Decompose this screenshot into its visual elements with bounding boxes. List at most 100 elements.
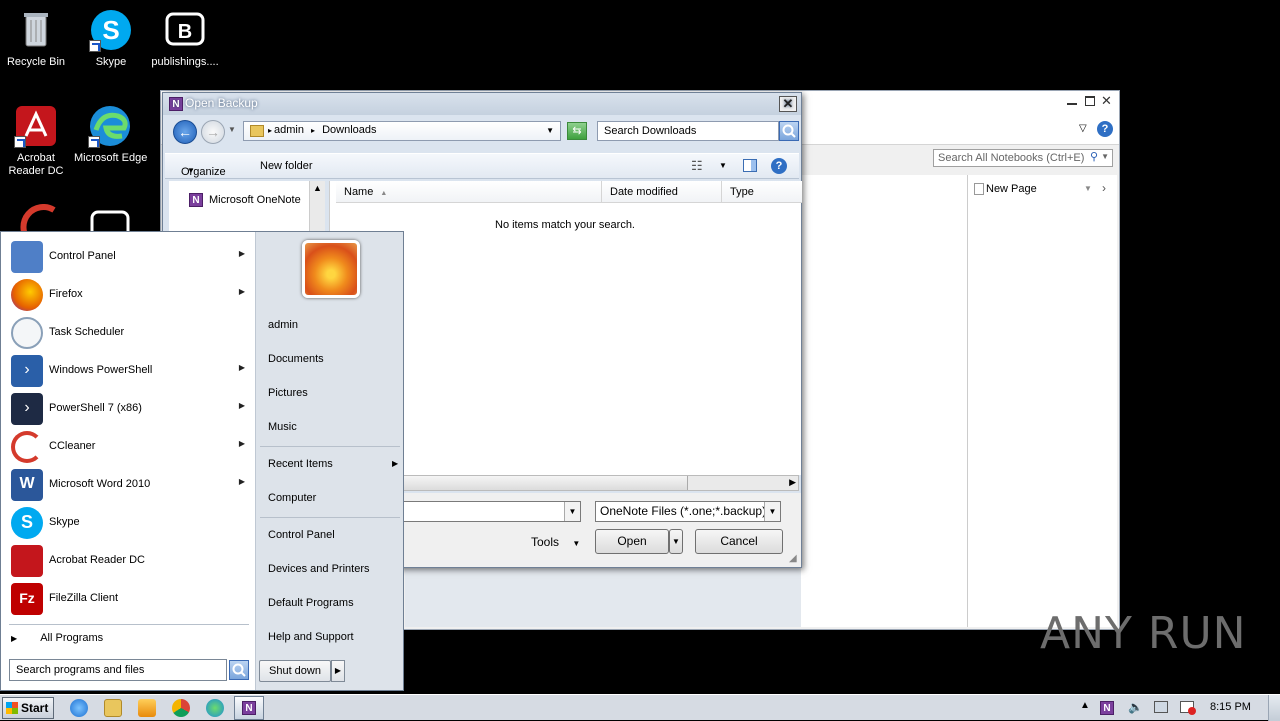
page-icon <box>974 183 984 195</box>
desktop-icon-publishings[interactable]: B publishings.... <box>146 8 224 69</box>
file-type-select[interactable]: OneNote Files (*.one;*.backup) ▼ <box>595 501 781 522</box>
column-header-type[interactable]: Type <box>722 181 802 203</box>
desktop-icon-label: Skype <box>95 56 127 68</box>
search-placeholder: Search All Notebooks (Ctrl+E) <box>938 152 1085 164</box>
start-button[interactable]: Start <box>2 697 54 719</box>
program-microsoft-word[interactable]: W Microsoft Word 2010 ▶ <box>7 466 251 502</box>
documents-link[interactable]: Documents <box>268 353 324 365</box>
column-header-date-modified[interactable]: Date modified <box>602 181 722 203</box>
search-programs-input[interactable]: Search programs and files <box>9 659 227 681</box>
onenote-taskbar-button[interactable]: N <box>234 696 264 720</box>
desktop-icon-label: Microsoft Edge <box>74 152 148 164</box>
onenote-tray-icon[interactable]: N <box>1100 701 1114 715</box>
open-dropdown-button[interactable]: ▼ <box>669 529 683 554</box>
new-page-button[interactable]: New Page <box>986 183 1037 195</box>
close-button[interactable]: ✕ <box>779 96 797 112</box>
publishings-icon <box>90 210 130 244</box>
music-link[interactable]: Music <box>268 421 297 433</box>
new-folder-button[interactable]: New folder <box>260 160 313 172</box>
program-skype[interactable]: S Skype <box>7 504 251 540</box>
scroll-up-icon[interactable]: ▲ <box>313 183 322 193</box>
desktop-icon-label: Acrobat Reader DC <box>8 152 64 177</box>
desktop-icon-recycle-bin[interactable]: Recycle Bin <box>0 8 75 69</box>
media-player-icon[interactable] <box>138 699 156 717</box>
chevron-down-icon[interactable]: ▼ <box>1084 184 1092 193</box>
desktop-icon-skype[interactable]: S Skype <box>72 8 150 69</box>
clock[interactable]: 8:15 PM <box>1210 701 1251 713</box>
program-control-panel[interactable]: Control Panel ▶ <box>7 238 251 274</box>
program-windows-powershell[interactable]: › Windows PowerShell ▶ <box>7 352 251 388</box>
breadcrumb-admin[interactable]: admin <box>274 124 304 136</box>
horizontal-scrollbar[interactable]: ▶ <box>403 475 799 491</box>
column-header-name[interactable]: Name ▲ <box>336 181 602 203</box>
internet-explorer-icon[interactable] <box>70 699 88 717</box>
pictures-link[interactable]: Pictures <box>268 387 308 399</box>
volume-icon[interactable]: 🔈 <box>1128 700 1143 714</box>
all-programs-button[interactable]: ▶ All Programs <box>11 632 247 650</box>
help-icon[interactable]: ? <box>771 158 787 174</box>
search-button[interactable] <box>779 121 799 141</box>
program-ccleaner[interactable]: CCleaner ▶ <box>7 428 251 464</box>
onenote-search-input[interactable]: Search All Notebooks (Ctrl+E) ⚲ ▼ <box>933 149 1113 167</box>
desktop-icon-edge[interactable]: Microsoft Edge <box>74 104 164 165</box>
edge-icon[interactable] <box>206 699 224 717</box>
address-bar[interactable]: ▸ admin ▸ Downloads ▼ <box>243 121 561 141</box>
scroll-right-icon[interactable]: ▶ <box>789 477 796 488</box>
chevron-down-icon[interactable]: ▼ <box>764 502 780 521</box>
file-name-input[interactable]: ▼ <box>403 501 581 522</box>
program-label: Control Panel <box>49 250 116 262</box>
scroll-thumb[interactable] <box>404 476 688 490</box>
open-label: Open <box>617 534 647 548</box>
recent-pages-icon[interactable]: ▼ <box>228 125 236 134</box>
chevron-down-icon[interactable]: ▽ <box>1079 123 1087 134</box>
tools-button[interactable]: Tools ▼ <box>531 535 580 549</box>
shutdown-options-button[interactable]: ▶ <box>331 660 345 682</box>
show-desktop-button[interactable] <box>1268 695 1280 721</box>
file-explorer-icon[interactable] <box>104 699 122 717</box>
maximize-icon[interactable] <box>1085 96 1095 106</box>
preview-pane-icon[interactable] <box>743 159 757 172</box>
network-icon[interactable] <box>1154 701 1168 713</box>
cancel-button[interactable]: Cancel <box>695 529 783 554</box>
resize-grip-icon[interactable]: ◢ <box>789 553 797 564</box>
chrome-icon[interactable] <box>172 699 190 717</box>
chevron-down-icon[interactable]: ▼ <box>719 161 727 170</box>
desktop-icon-acrobat[interactable]: Acrobat Reader DC <box>0 104 75 178</box>
back-button[interactable]: ← <box>173 120 197 144</box>
start-menu[interactable]: Control Panel ▶ Firefox ▶ Task Scheduler ›… <box>0 231 404 691</box>
action-center-icon[interactable] <box>1180 701 1196 715</box>
help-and-support-link[interactable]: Help and Support <box>268 631 354 643</box>
default-programs-link[interactable]: Default Programs <box>268 597 354 609</box>
devices-and-printers-link[interactable]: Devices and Printers <box>268 563 370 575</box>
breadcrumb-downloads[interactable]: Downloads <box>322 124 376 136</box>
nav-item-microsoft-onenote[interactable]: Microsoft OneNote <box>209 194 301 206</box>
user-avatar[interactable] <box>302 240 360 298</box>
recent-items-link[interactable]: Recent Items <box>268 458 333 470</box>
chevron-down-icon[interactable]: ▼ <box>546 126 554 135</box>
forward-button[interactable]: → <box>201 120 225 144</box>
search-button[interactable] <box>229 660 249 680</box>
publishings-icon: B <box>163 8 207 52</box>
breadcrumb-chevron-icon[interactable]: ▸ <box>268 126 272 135</box>
program-filezilla[interactable]: Fz FileZilla Client <box>7 580 251 616</box>
onenote-page-body <box>801 175 967 627</box>
program-powershell-7[interactable]: › PowerShell 7 (x86) ▶ <box>7 390 251 426</box>
close-icon[interactable]: ✕ <box>1101 93 1112 109</box>
minimize-icon[interactable] <box>1067 97 1077 105</box>
user-admin-link[interactable]: admin <box>268 319 298 331</box>
chevron-down-icon[interactable]: ▼ <box>564 502 580 521</box>
view-options-icon[interactable]: ☷ <box>691 158 703 174</box>
shutdown-button[interactable]: Shut down <box>259 660 331 682</box>
tray-expand-icon[interactable]: ▲ <box>1080 700 1090 711</box>
program-task-scheduler[interactable]: Task Scheduler <box>7 314 251 350</box>
refresh-button[interactable]: ⇆ <box>567 122 587 140</box>
chevron-right-icon[interactable]: › <box>1102 181 1106 195</box>
program-firefox[interactable]: Firefox ▶ <box>7 276 251 312</box>
program-acrobat-reader[interactable]: Acrobat Reader DC <box>7 542 251 578</box>
computer-link[interactable]: Computer <box>268 492 316 504</box>
open-button[interactable]: Open <box>595 529 669 554</box>
control-panel-link[interactable]: Control Panel <box>268 529 335 541</box>
dialog-titlebar[interactable]: N Open Backup ✕ <box>163 93 801 115</box>
help-icon[interactable]: ? <box>1097 121 1113 137</box>
search-downloads-input[interactable]: Search Downloads <box>597 121 779 141</box>
